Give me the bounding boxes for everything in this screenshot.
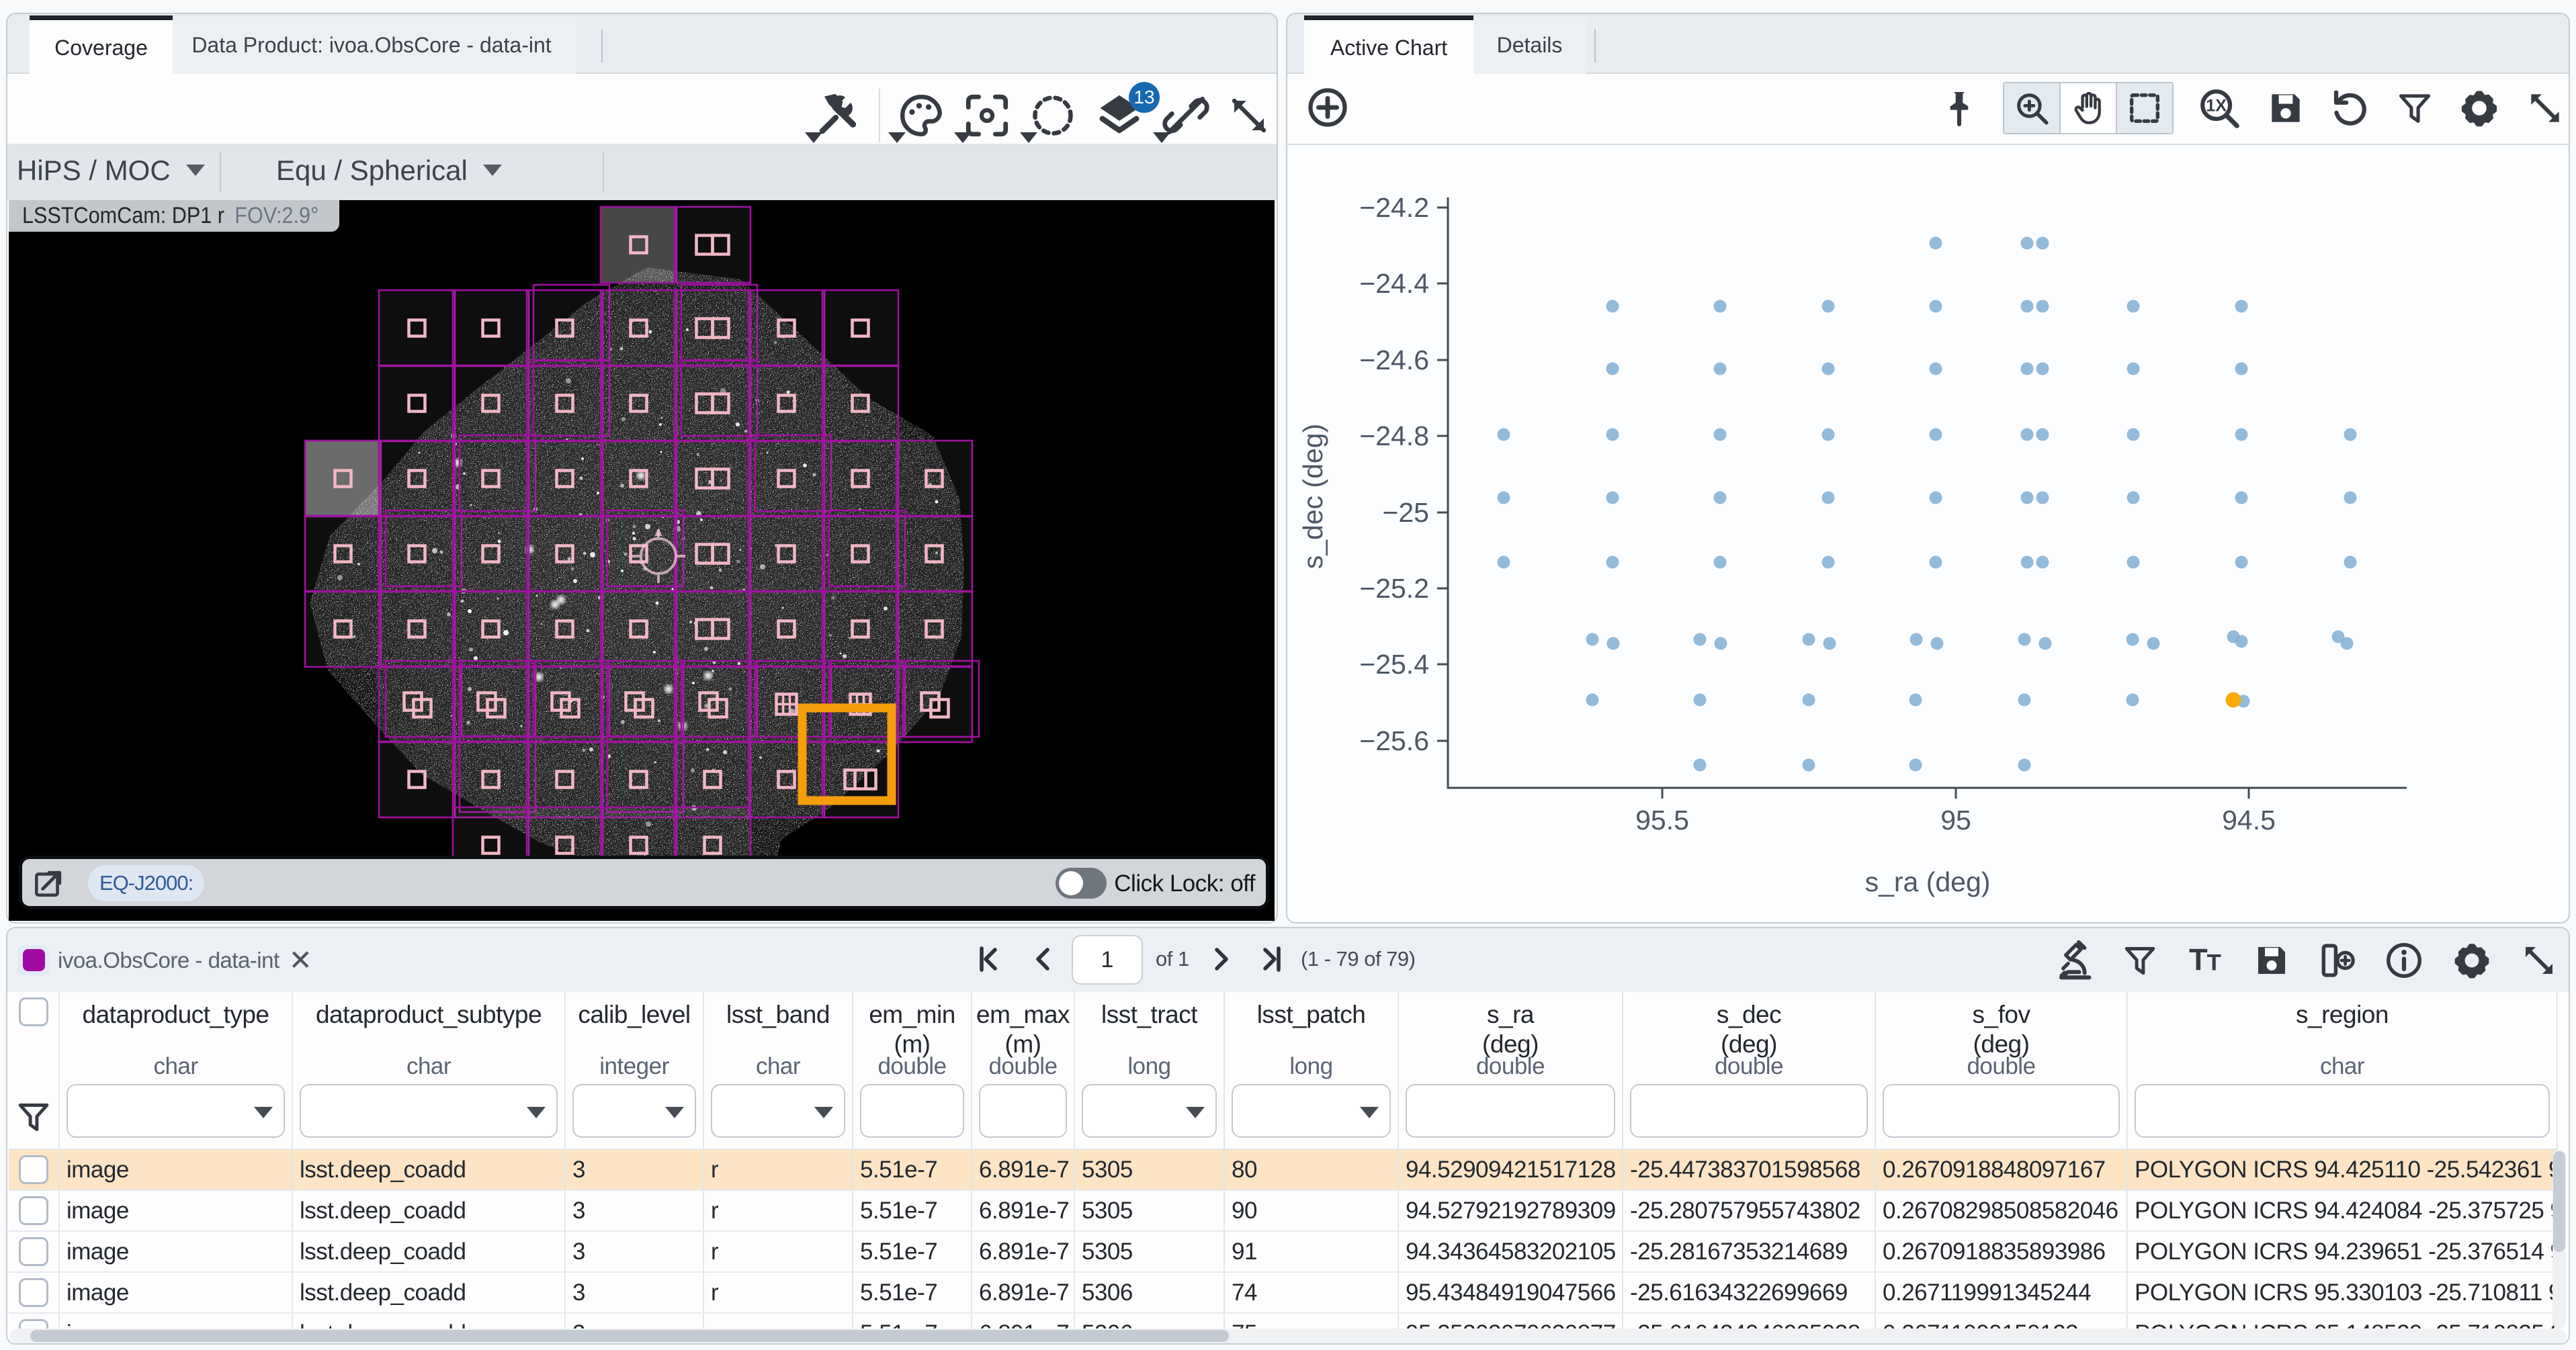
svg-text:1X: 1X [2206,97,2227,116]
svg-text:−25: −25 [1382,497,1429,528]
svg-text:94.5: 94.5 [2222,805,2276,836]
svg-text:−24.2: −24.2 [1359,192,1429,223]
svg-text:T: T [2207,950,2221,975]
svg-text:−24.6: −24.6 [1359,345,1429,375]
svg-text:−25.4: −25.4 [1359,649,1429,680]
svg-text:s_dec (deg): s_dec (deg) [1297,424,1328,570]
svg-text:−25.6: −25.6 [1359,725,1429,756]
svg-text:s_ra (deg): s_ra (deg) [1865,866,1991,897]
svg-text:95: 95 [1940,805,1971,836]
svg-text:−25.2: −25.2 [1359,573,1429,604]
svg-text:T: T [2189,942,2208,977]
svg-text:−24.8: −24.8 [1359,420,1429,451]
svg-text:95.5: 95.5 [1635,805,1689,836]
svg-text:−24.4: −24.4 [1359,268,1429,299]
